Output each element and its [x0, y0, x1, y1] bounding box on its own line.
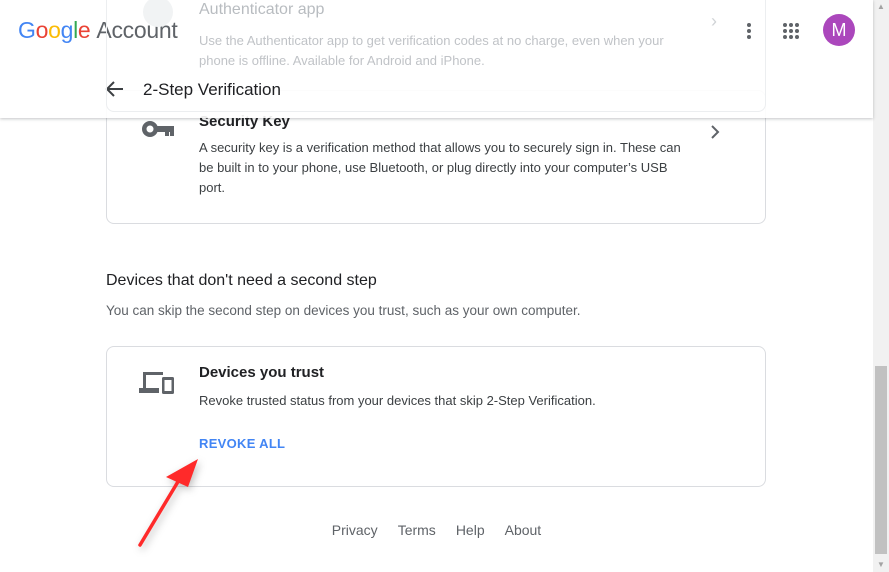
chevron-right-icon: › — [711, 11, 717, 31]
security-key-description: A security key is a verification method … — [199, 140, 681, 195]
authenticator-app-card[interactable]: Authenticator app Use the Authenticator … — [106, 0, 766, 112]
scroll-down-arrow-icon[interactable]: ▼ — [877, 560, 885, 569]
scrollbar[interactable]: ▲ ▼ — [873, 0, 889, 572]
trusted-devices-description: Revoke trusted status from your devices … — [199, 393, 596, 408]
trusted-devices-title: Devices you trust — [199, 364, 325, 381]
section-description: You can skip the second step on devices … — [106, 303, 581, 318]
chevron-right-icon[interactable] — [709, 125, 721, 144]
authenticator-title: Authenticator app — [199, 1, 325, 18]
red-arrow-annotation — [138, 459, 198, 547]
footer-link-about[interactable]: About — [505, 522, 542, 538]
apps-grid-icon[interactable] — [778, 18, 804, 44]
authenticator-description: Use the Authenticator app to get verific… — [199, 33, 664, 68]
google-logo: Google — [18, 17, 91, 43]
footer-link-help[interactable]: Help — [456, 522, 485, 538]
key-icon — [141, 119, 175, 144]
avatar[interactable]: M — [823, 14, 855, 46]
footer-link-terms[interactable]: Terms — [398, 522, 436, 538]
footer-link-privacy[interactable]: Privacy — [332, 522, 378, 538]
authenticator-icon — [143, 0, 173, 27]
main-content: Authenticator app Use the Authenticator … — [0, 0, 873, 572]
scroll-up-arrow-icon[interactable]: ▲ — [877, 2, 885, 11]
revoke-all-button[interactable]: REVOKE ALL — [199, 436, 285, 451]
scrollbar-thumb[interactable] — [875, 366, 887, 554]
devices-icon — [139, 370, 175, 399]
section-heading: Devices that don't need a second step — [106, 272, 377, 289]
